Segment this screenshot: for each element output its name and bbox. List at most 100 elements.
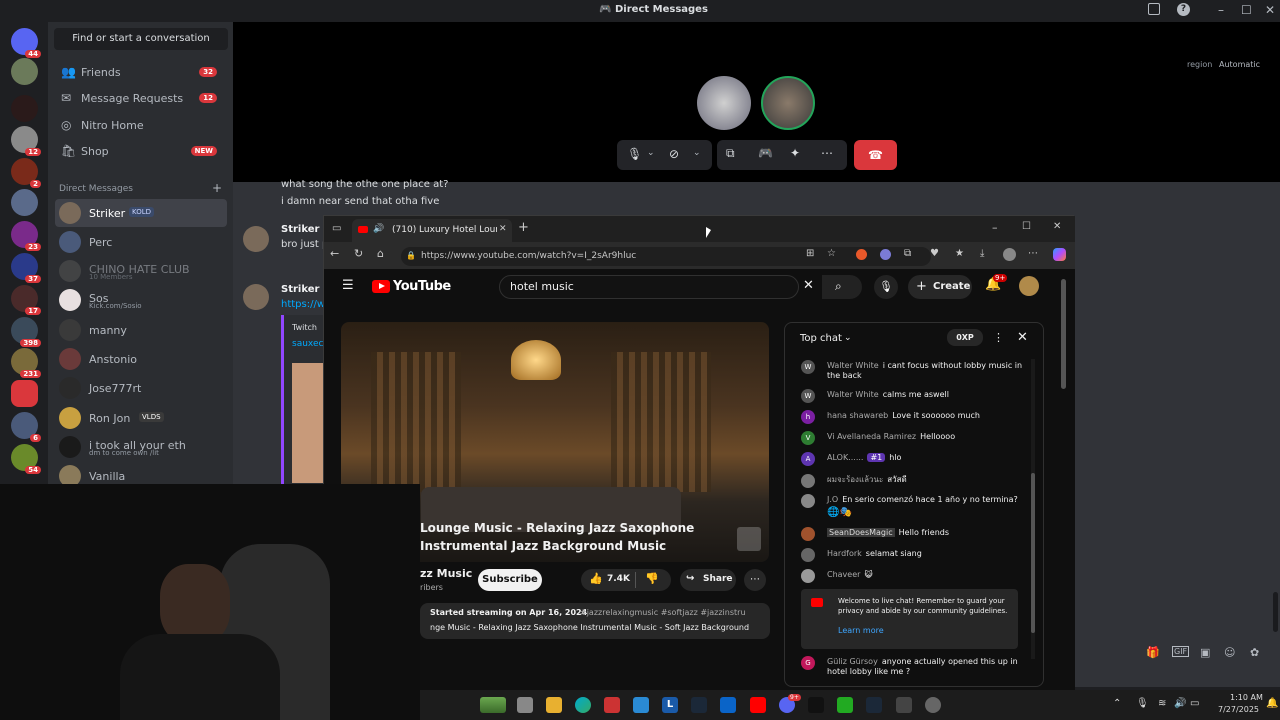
description-box[interactable]: Started streaming on Apr 16, 2024 #jazzr…	[420, 603, 770, 639]
youtube-icon[interactable]	[750, 697, 766, 713]
hashtags[interactable]: #jazzrelaxingmusic #softjazz #jazzinstru	[580, 608, 765, 617]
server-icon[interactable]: 6	[11, 412, 41, 442]
server-icon[interactable]: 231	[11, 348, 41, 378]
task-view-icon[interactable]	[517, 697, 533, 713]
chat-author[interactable]: Chaveer	[827, 570, 860, 579]
extension-icon[interactable]	[856, 249, 867, 260]
extension-icon[interactable]	[880, 249, 891, 260]
favorites-icon[interactable]: ★	[955, 248, 964, 259]
clock-date[interactable]: 7/27/2025	[1218, 705, 1259, 714]
app-icon[interactable]	[837, 697, 853, 713]
dm-item[interactable]: i took all your eth dm to come own /lit	[55, 433, 227, 461]
back-icon[interactable]: ←	[330, 247, 339, 260]
battery-icon[interactable]: ▭	[1190, 698, 1199, 709]
server-icon[interactable]	[11, 58, 38, 85]
learn-more-link[interactable]: Learn more	[838, 626, 884, 635]
favorite-star-icon[interactable]: ☆	[827, 248, 836, 259]
file-explorer-icon[interactable]	[546, 697, 562, 713]
steam-icon[interactable]	[866, 697, 882, 713]
scrollbar[interactable]	[1061, 279, 1066, 389]
youtube-logo-text[interactable]: YouTube	[393, 279, 451, 294]
inbox-icon[interactable]	[1148, 3, 1160, 15]
dm-item[interactable]: Jose777rt	[55, 374, 227, 402]
app-icon[interactable]: L	[662, 697, 678, 713]
participant-avatar[interactable]	[761, 76, 815, 130]
nav-friends[interactable]: 👥 Friends 32	[55, 61, 227, 85]
server-icon[interactable]: 12	[11, 126, 41, 156]
microphone-icon[interactable]: 🎙	[1136, 698, 1149, 709]
app-icon[interactable]	[633, 697, 649, 713]
new-tab-icon[interactable]: +	[518, 220, 529, 235]
hangup-button[interactable]: ☎	[854, 140, 897, 170]
microphone-icon[interactable]: 🎙	[627, 147, 642, 161]
chat-author[interactable]: Güliz Gürsoy	[827, 657, 878, 666]
more-vertical-icon[interactable]: ⋮	[993, 331, 1004, 344]
chevron-down-icon[interactable]: ⌄	[693, 148, 701, 158]
dm-item[interactable]: manny	[55, 316, 227, 344]
server-icon[interactable]	[11, 380, 38, 407]
server-icon[interactable]: 37	[11, 253, 41, 283]
server-icon[interactable]: 54	[11, 444, 41, 474]
message-author[interactable]: Striker	[281, 224, 319, 235]
minimize-icon[interactable]: –	[992, 221, 998, 234]
chat-author[interactable]: Walter White	[827, 361, 879, 370]
server-icon[interactable]	[11, 189, 38, 216]
search-input[interactable]: hotel music	[499, 275, 799, 299]
like-count[interactable]: 7.4K	[607, 574, 630, 584]
copilot-icon[interactable]	[1053, 248, 1066, 261]
steam-icon[interactable]	[691, 697, 707, 713]
chat-author[interactable]: hana shawareb	[827, 411, 888, 420]
split-view-icon[interactable]: ⊞	[806, 248, 814, 259]
dm-item[interactable]: Perc	[55, 228, 227, 256]
chat-author[interactable]: ผมจะร้องแล้วนะ	[827, 475, 883, 484]
app-icon[interactable]	[604, 697, 620, 713]
widgets-icon[interactable]	[480, 697, 506, 713]
clock-time[interactable]: 1:10 AM	[1230, 693, 1263, 702]
close-tab-icon[interactable]: ✕	[499, 224, 507, 234]
camera-off-icon[interactable]: ⊘	[669, 147, 679, 161]
nav-message-requests[interactable]: ✉ Message Requests 12	[55, 87, 227, 111]
plus-icon[interactable]: +	[212, 181, 222, 195]
chat-author[interactable]: SeanDoesMagic	[827, 528, 895, 537]
gamepad-icon[interactable]: 🎮	[758, 146, 773, 160]
app-icon[interactable]	[896, 697, 912, 713]
chevron-down-icon[interactable]: ⌄	[844, 333, 852, 343]
minimize-icon[interactable]: –	[1218, 3, 1224, 17]
server-icon[interactable]	[11, 95, 38, 122]
region-select[interactable]: Automatic	[1219, 60, 1260, 69]
lock-icon[interactable]: 🔒	[406, 251, 416, 260]
points-badge[interactable]: 0XP	[947, 329, 983, 346]
server-icon[interactable]: 17	[11, 285, 41, 315]
embed-link[interactable]: sauxec	[292, 339, 323, 349]
emoji-icon[interactable]: ☺	[1224, 646, 1235, 659]
downloads-icon[interactable]: ⤓	[980, 248, 984, 259]
dm-item[interactable]: Sos Kick.com/Sosio	[55, 286, 227, 314]
settings-icon[interactable]	[925, 697, 941, 713]
notifications-icon[interactable]: 🔔	[1266, 698, 1278, 709]
voice-search-icon[interactable]: 🎙	[874, 275, 898, 299]
nav-shop[interactable]: 🛍 Shop NEW	[55, 140, 227, 164]
subscribe-button[interactable]: Subscribe	[478, 569, 542, 591]
speaker-icon[interactable]: 🔊	[373, 224, 384, 234]
message-author[interactable]: Striker	[281, 284, 319, 295]
chat-mode-select[interactable]: Top chat	[800, 333, 842, 344]
sticker-icon[interactable]: ▣	[1200, 646, 1210, 659]
maximize-icon[interactable]: ☐	[1022, 221, 1031, 232]
more-icon[interactable]: ⋯	[821, 146, 833, 160]
channel-name[interactable]: zz Music	[420, 567, 472, 580]
nav-nitro-home[interactable]: ◎ Nitro Home	[55, 114, 227, 138]
message-link[interactable]: https://w	[281, 299, 325, 310]
close-chat-icon[interactable]: ✕	[1017, 330, 1028, 345]
server-icon[interactable]: 398	[11, 317, 41, 347]
server-icon[interactable]: 23	[11, 221, 41, 251]
help-icon[interactable]: ?	[1177, 3, 1190, 16]
profile-avatar[interactable]	[1003, 248, 1016, 261]
soundboard-icon[interactable]: ✦	[790, 146, 800, 160]
more-icon[interactable]: ⋯	[1028, 248, 1038, 259]
extensions-icon[interactable]: ⧉	[904, 248, 911, 259]
clear-search-icon[interactable]: ✕	[803, 278, 814, 293]
participant-avatar[interactable]	[697, 76, 751, 130]
menu-icon[interactable]: ☰	[342, 278, 354, 293]
gift-icon[interactable]: 🎁	[1146, 646, 1160, 659]
more-icon[interactable]: ⋯	[744, 569, 766, 591]
